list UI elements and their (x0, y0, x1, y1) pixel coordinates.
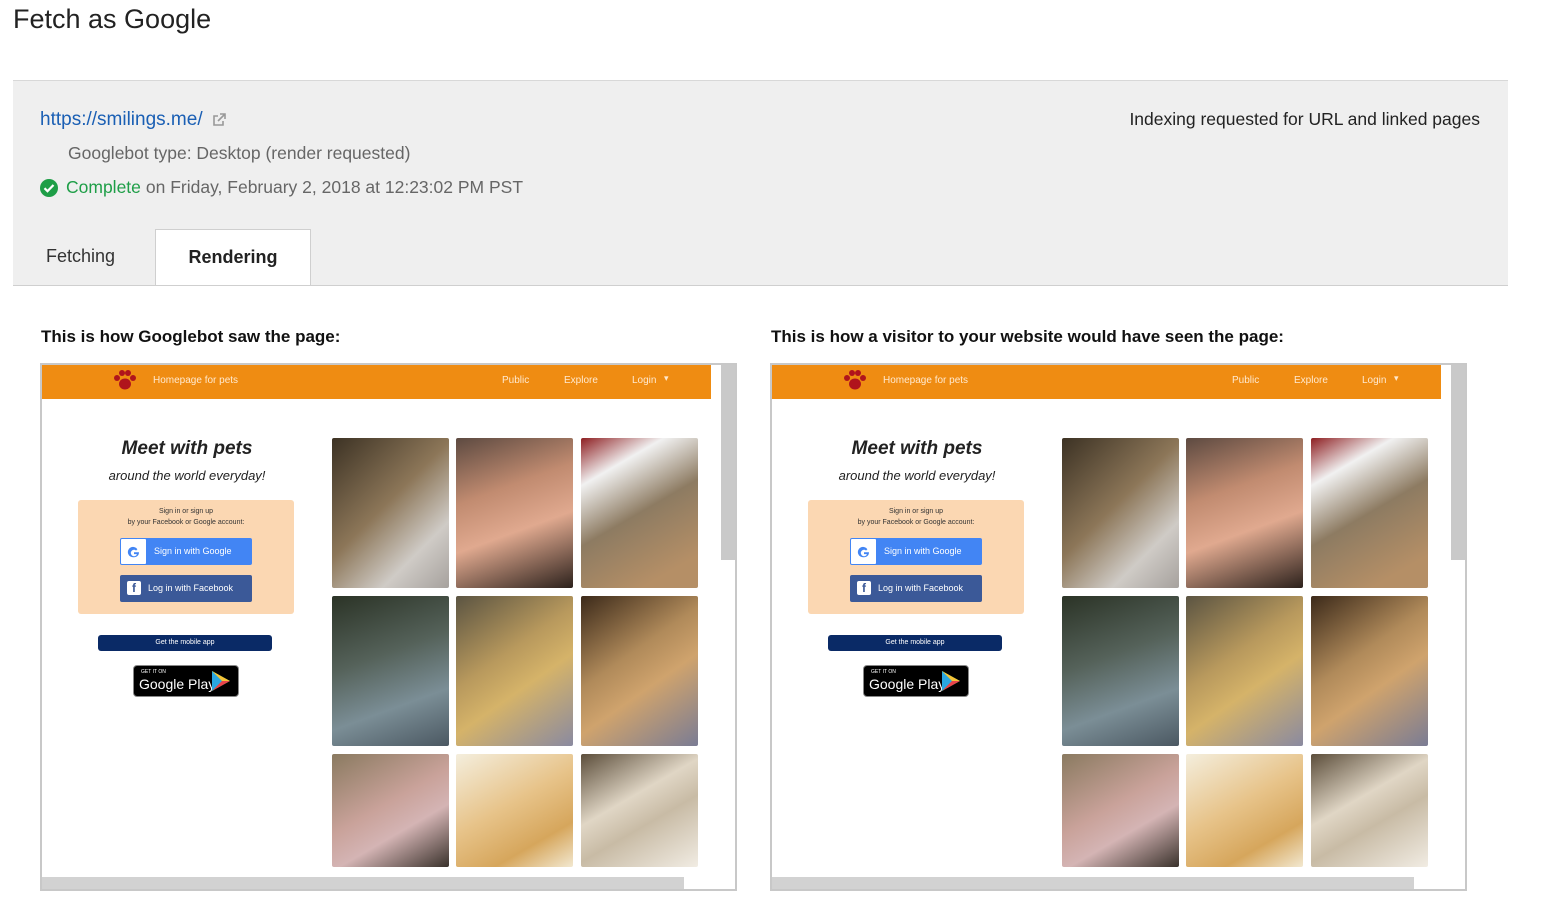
google-play-badge[interactable]: GET IT ON Google Play (133, 665, 239, 697)
pet-photo[interactable] (1311, 754, 1428, 867)
pet-photo[interactable] (456, 754, 573, 867)
status-row: Complete on Friday, February 2, 2018 at … (40, 177, 523, 198)
mobile-app-button[interactable]: Get the mobile app (98, 635, 272, 651)
facebook-login-label: Log in with Facebook (878, 583, 964, 593)
fetch-result-panel: https://smilings.me/ Googlebot type: Des… (13, 80, 1508, 286)
site-tagline: Homepage for pets (153, 375, 239, 386)
googlebot-type: Googlebot type: Desktop (render requeste… (68, 143, 411, 163)
signin-box: Sign in or sign up by your Facebook or G… (808, 500, 1024, 614)
google-g-icon (121, 539, 146, 564)
hero-title: Meet with pets (121, 438, 253, 459)
horizontal-scrollbar[interactable] (772, 877, 1414, 889)
visitor-caption: This is how a visitor to your website wo… (771, 327, 1284, 346)
fetched-url-link[interactable]: https://smilings.me/ (40, 109, 203, 131)
tab-fetching[interactable]: Fetching (46, 246, 115, 267)
paw-logo-icon (112, 369, 138, 393)
page-title: Fetch as Google (13, 4, 212, 34)
facebook-icon: f (127, 581, 141, 595)
pet-photo[interactable] (1186, 438, 1303, 588)
paw-logo-icon (842, 369, 868, 393)
vertical-scrollbar[interactable] (1451, 365, 1465, 560)
google-g-icon (851, 539, 876, 564)
mobile-app-button[interactable]: Get the mobile app (828, 635, 1002, 651)
site-header: Homepage for pets Public Explore Login ▾ (772, 365, 1441, 399)
play-name-label: Google Play (869, 676, 946, 692)
site-tagline: Homepage for pets (883, 375, 969, 386)
pet-photo[interactable] (1062, 754, 1179, 867)
pet-photo[interactable] (1062, 596, 1179, 746)
pet-photo[interactable] (581, 754, 698, 867)
pet-photo[interactable] (1186, 596, 1303, 746)
facebook-login-label: Log in with Facebook (148, 583, 234, 593)
googlebot-render-frame: Homepage for pets Public Explore Login ▾… (40, 363, 737, 891)
google-play-badge[interactable]: GET IT ON Google Play (863, 665, 969, 697)
pet-photo[interactable] (332, 438, 449, 588)
visitor-render-frame: Homepage for pets Public Explore Login ▾… (770, 363, 1467, 891)
play-triangle-icon (212, 671, 230, 696)
google-signin-label: Sign in with Google (884, 546, 962, 556)
pet-photo[interactable] (456, 596, 573, 746)
play-name-label: Google Play (139, 676, 216, 692)
signin-box: Sign in or sign up by your Facebook or G… (78, 500, 294, 614)
pet-photo[interactable] (456, 438, 573, 588)
check-circle-icon (40, 178, 58, 197)
horizontal-scrollbar[interactable] (42, 877, 684, 889)
pet-photo[interactable] (332, 596, 449, 746)
nav-public[interactable]: Public (502, 375, 529, 386)
nav-explore[interactable]: Explore (1294, 375, 1328, 386)
chevron-down-icon[interactable]: ▾ (1394, 373, 1399, 384)
play-triangle-icon (942, 671, 960, 696)
signin-text-1: Sign in or sign up (888, 508, 944, 515)
facebook-icon: f (857, 581, 871, 595)
url-row: https://smilings.me/ (40, 109, 227, 131)
google-signin-button[interactable]: Sign in with Google (850, 538, 982, 565)
tab-rendering[interactable]: Rendering (155, 229, 311, 285)
site-header: Homepage for pets Public Explore Login ▾ (42, 365, 711, 399)
pet-photo[interactable] (581, 438, 698, 588)
signin-text-1: Sign in or sign up (158, 508, 214, 515)
chevron-down-icon[interactable]: ▾ (664, 373, 669, 384)
nav-login[interactable]: Login (1362, 375, 1386, 386)
vertical-scrollbar[interactable] (721, 365, 735, 560)
pet-photo[interactable] (581, 596, 698, 746)
google-signin-label: Sign in with Google (154, 546, 232, 556)
pet-photo[interactable] (1311, 596, 1428, 746)
nav-login[interactable]: Login (632, 375, 656, 386)
google-signin-button[interactable]: Sign in with Google (120, 538, 252, 565)
play-get-label: GET IT ON (141, 669, 166, 675)
status-complete: Complete (66, 177, 141, 197)
hero-subtitle: around the world everyday! (108, 468, 266, 483)
pet-photo[interactable] (1186, 754, 1303, 867)
signin-text-2: by your Facebook or Google account: (857, 519, 975, 526)
pet-photo[interactable] (1311, 438, 1428, 588)
hero-subtitle: around the world everyday! (838, 468, 996, 483)
signin-text-2: by your Facebook or Google account: (127, 519, 245, 526)
play-get-label: GET IT ON (871, 669, 896, 675)
status-detail: on Friday, February 2, 2018 at 12:23:02 … (145, 177, 524, 197)
facebook-login-button[interactable]: f Log in with Facebook (120, 575, 252, 602)
nav-public[interactable]: Public (1232, 375, 1259, 386)
pet-photo[interactable] (332, 754, 449, 867)
indexing-status: Indexing requested for URL and linked pa… (1129, 109, 1480, 129)
facebook-login-button[interactable]: f Log in with Facebook (850, 575, 982, 602)
nav-explore[interactable]: Explore (564, 375, 598, 386)
googlebot-caption: This is how Googlebot saw the page: (41, 327, 341, 346)
pet-photo[interactable] (1062, 438, 1179, 588)
hero-title: Meet with pets (851, 438, 983, 459)
external-link-icon[interactable] (211, 112, 227, 128)
